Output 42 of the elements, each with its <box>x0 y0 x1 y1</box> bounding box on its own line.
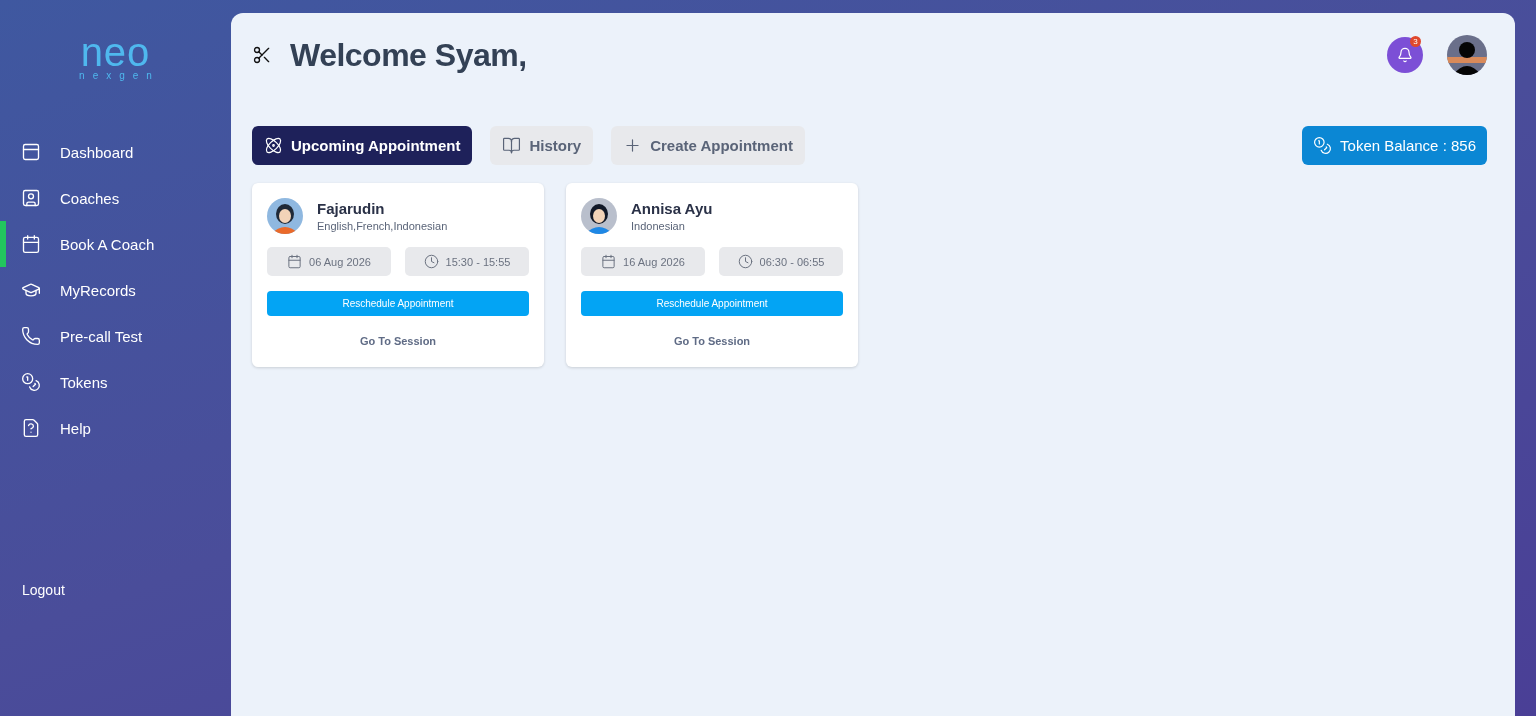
tab[interactable]: History <box>490 126 594 165</box>
date-chip: 16 Aug 2026 <box>581 247 705 276</box>
clock-icon <box>737 254 753 269</box>
coach-languages: Indonesian <box>631 220 686 232</box>
calendar-icon <box>21 234 41 254</box>
user-avatar[interactable] <box>1447 35 1487 75</box>
tab[interactable]: Upcoming Appointment <box>252 126 473 165</box>
logo-mark: neo <box>80 34 151 70</box>
go-to-session-link[interactable]: Go To Session <box>673 335 751 347</box>
coach-name: Fajarudin <box>317 200 386 217</box>
coach-name: Annisa Ayu <box>631 200 713 217</box>
sidebar-item[interactable]: Dashboard <box>0 129 231 175</box>
scissors-icon[interactable] <box>252 45 272 65</box>
go-to-session-link[interactable]: Go To Session <box>359 335 437 347</box>
tab[interactable]: Create Appointment <box>611 126 805 165</box>
coins-icon <box>1313 136 1333 155</box>
window-icon <box>21 142 41 162</box>
atom-icon <box>264 136 283 155</box>
help-icon <box>21 418 41 438</box>
token-balance-button[interactable]: Token Balance : 856 <box>1302 126 1487 165</box>
coach-languages: English,French,Indonesian <box>317 220 448 232</box>
contact-card-icon <box>21 188 41 208</box>
sidebar-item[interactable]: MyRecords <box>0 267 231 313</box>
notification-button[interactable]: 3 <box>1387 37 1423 73</box>
sidebar-item[interactable]: Coaches <box>0 175 231 221</box>
phone-icon <box>21 326 41 346</box>
logo-tagline: nexgen <box>79 70 160 81</box>
notification-count: 3 <box>1410 36 1421 47</box>
sidebar-item[interactable]: Tokens <box>0 359 231 405</box>
calendar-icon <box>287 254 303 269</box>
clock-icon <box>423 254 439 269</box>
coins-icon <box>21 372 41 392</box>
book-icon <box>502 136 522 155</box>
sidebar-item[interactable]: Help <box>0 405 231 451</box>
calendar-icon <box>601 254 617 269</box>
time-chip: 06:30 - 06:55 <box>719 247 843 276</box>
date-chip: 06 Aug 2026 <box>267 247 391 276</box>
welcome-title: Welcome Syam, <box>290 36 527 74</box>
time-chip: 15:30 - 15:55 <box>405 247 529 276</box>
logout-link[interactable]: Logout <box>22 582 231 598</box>
bell-icon <box>1397 47 1413 63</box>
sidebar-item[interactable]: Pre-call Test <box>0 313 231 359</box>
